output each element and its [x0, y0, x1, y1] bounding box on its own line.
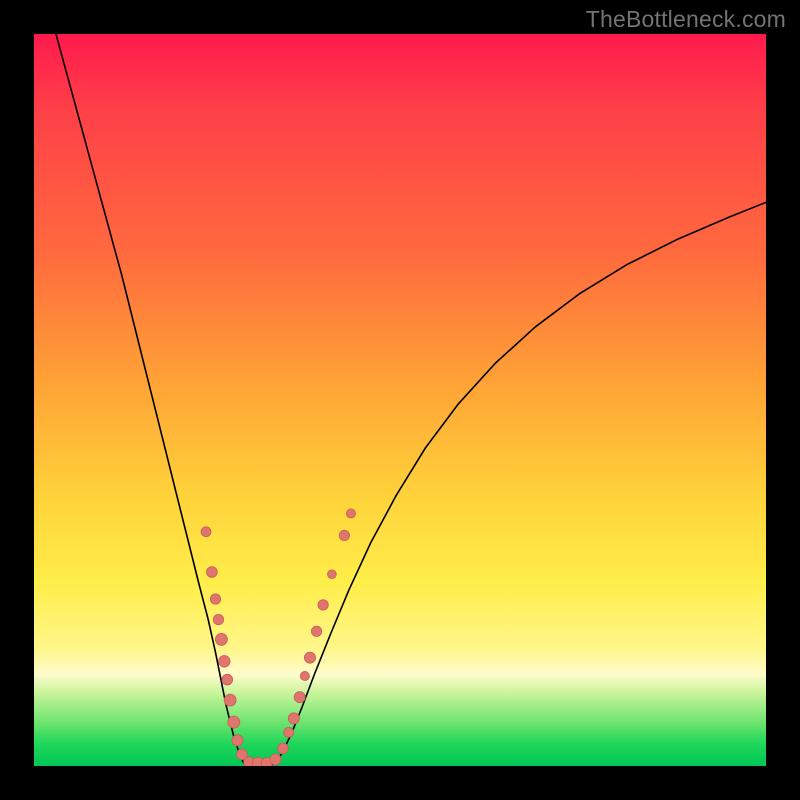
sample-dot	[304, 652, 315, 663]
sample-dot	[228, 716, 240, 728]
sample-dot	[277, 743, 288, 754]
sample-dot	[201, 527, 211, 537]
chart-frame: TheBottleneck.com	[0, 0, 800, 800]
chart-plot-area	[34, 34, 766, 766]
sample-dot	[339, 530, 349, 540]
watermark-text: TheBottleneck.com	[586, 6, 786, 33]
sample-dot	[210, 594, 220, 604]
sample-dot	[206, 567, 217, 578]
sample-dots-group	[201, 509, 356, 766]
sample-dot	[215, 633, 227, 645]
sample-dot	[219, 656, 231, 668]
sample-dot	[222, 674, 233, 685]
sample-dot	[213, 614, 223, 624]
sample-dot	[300, 671, 309, 680]
sample-dot	[328, 570, 337, 579]
curve-left-branch	[56, 34, 244, 764]
sample-dot	[232, 735, 243, 746]
curve-right-branch	[276, 202, 766, 763]
chart-svg	[34, 34, 766, 766]
sample-dot	[346, 509, 355, 518]
sample-dot	[311, 626, 321, 636]
sample-dot	[224, 694, 236, 706]
sample-dot	[294, 692, 305, 703]
sample-dot	[284, 727, 294, 737]
sample-dot	[318, 600, 328, 610]
sample-dot	[270, 754, 281, 765]
sample-dot	[288, 713, 299, 724]
